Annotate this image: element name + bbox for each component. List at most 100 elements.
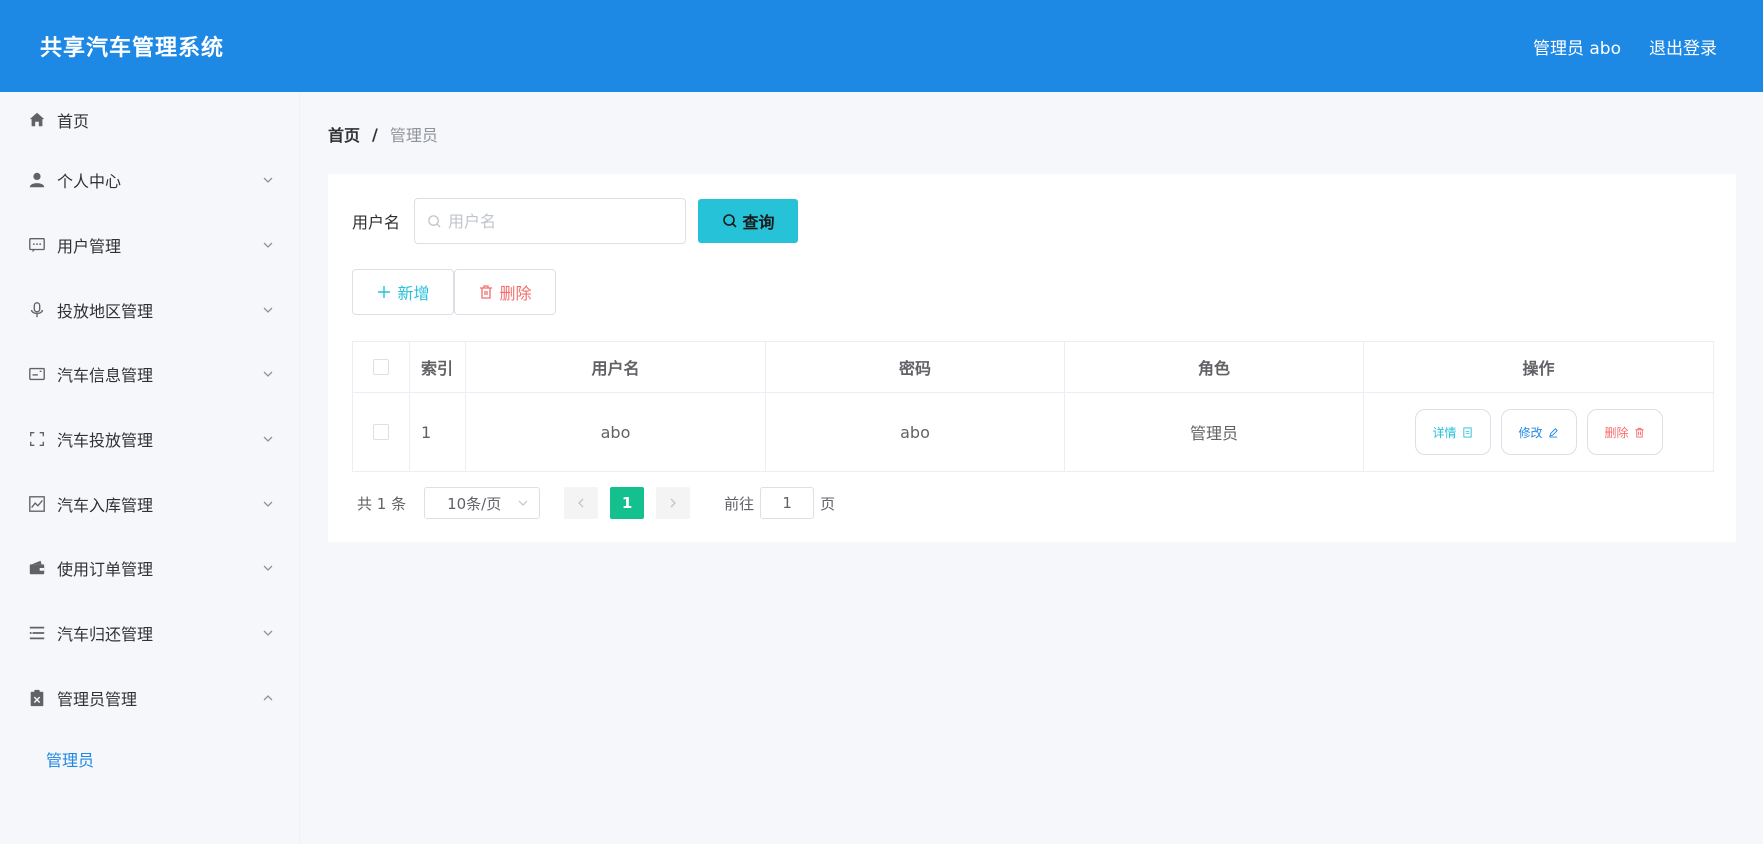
- sidebar-item-personal-center[interactable]: 个人中心: [0, 148, 299, 213]
- app-title: 共享汽车管理系统: [40, 36, 225, 61]
- detail-button[interactable]: 详情: [1414, 409, 1491, 455]
- breadcrumb-current: 管理员: [389, 126, 438, 145]
- page-suffix-label: 页: [820, 494, 836, 513]
- sidebar-item-label: 汽车投放管理: [57, 431, 154, 451]
- search-icon: [428, 214, 441, 228]
- table-header-row: 索引 用户名 密码 角色 操作: [353, 342, 1713, 393]
- search-input[interactable]: [448, 211, 669, 231]
- search-field[interactable]: [414, 198, 687, 244]
- chevron-down-icon: [518, 500, 528, 506]
- search-icon: [722, 214, 737, 228]
- query-button-label: 查询: [742, 213, 775, 232]
- sidebar-item-label: 用户管理: [57, 237, 122, 257]
- breadcrumb: 首页 / 管理员: [328, 92, 1736, 174]
- trend-chart-icon: [27, 494, 47, 514]
- plus-icon: [378, 286, 391, 298]
- document-icon: [1462, 426, 1472, 438]
- sidebar-item-label: 管理员管理: [57, 689, 138, 709]
- sidebar-item-order-management[interactable]: 使用订单管理: [0, 536, 299, 601]
- cell-password: abo: [766, 393, 1065, 471]
- home-icon: [27, 110, 47, 130]
- query-button[interactable]: 查询: [698, 199, 799, 243]
- sidebar-item-car-storage-management[interactable]: 汽车入库管理: [0, 471, 299, 536]
- current-user-label[interactable]: 管理员 abo: [1533, 34, 1621, 59]
- chevron-down-icon: [263, 307, 273, 313]
- header-actions: 管理员 abo 退出登录: [1533, 34, 1717, 59]
- sidebar-item-label: 汽车归还管理: [57, 625, 154, 645]
- cell-ops: 详情 修改 删除: [1364, 393, 1713, 471]
- batch-delete-button[interactable]: 删除: [454, 269, 556, 315]
- user-icon: [27, 170, 47, 190]
- pagination: 共 1 条 10条/页 1 前往 页: [352, 486, 1712, 520]
- admin-table: 索引 用户名 密码 角色 操作 1 abo abo 管理员 详情 修改 删除: [352, 341, 1714, 472]
- add-button-label: 新增: [397, 284, 430, 303]
- sidebar-item-label: 汽车入库管理: [57, 495, 154, 515]
- next-page-button[interactable]: [656, 487, 691, 519]
- goto-page-input[interactable]: [760, 487, 815, 519]
- edit-button-label: 修改: [1518, 425, 1543, 440]
- logout-link[interactable]: 退出登录: [1649, 34, 1717, 59]
- batch-delete-button-label: 删除: [499, 284, 532, 303]
- row-delete-button-label: 删除: [1604, 425, 1629, 440]
- sidebar-item-home[interactable]: 首页: [0, 92, 299, 148]
- cell-index: 1: [410, 393, 466, 471]
- wallet-icon: [27, 558, 47, 578]
- sidebar-item-label: 投放地区管理: [57, 301, 154, 321]
- trash-icon: [480, 285, 493, 299]
- page-size-value: 10条/页: [447, 494, 502, 513]
- edit-icon: [1548, 427, 1558, 438]
- card-icon: [27, 364, 47, 384]
- content-card: 用户名 查询 新增 删除: [328, 174, 1736, 542]
- row-delete-button[interactable]: 删除: [1586, 409, 1663, 455]
- header-checkbox-cell: [353, 342, 410, 392]
- microphone-icon: [27, 300, 47, 320]
- trash-icon: [1634, 427, 1644, 438]
- list-icon: [27, 623, 47, 643]
- detail-button-label: 详情: [1432, 425, 1457, 440]
- column-header-password: 密码: [766, 342, 1065, 392]
- chevron-down-icon: [263, 242, 273, 248]
- page-number-button[interactable]: 1: [610, 487, 645, 519]
- breadcrumb-home[interactable]: 首页: [328, 122, 360, 146]
- table-row: 1 abo abo 管理员 详情 修改 删除: [353, 393, 1713, 471]
- clipboard-x-icon: [27, 688, 47, 708]
- search-label: 用户名: [352, 213, 401, 232]
- sidebar-item-region-management[interactable]: 投放地区管理: [0, 277, 299, 342]
- sidebar-item-label: 个人中心: [57, 172, 122, 192]
- row-checkbox[interactable]: [373, 424, 389, 440]
- breadcrumb-separator: /: [372, 124, 378, 144]
- chevron-left-icon: [578, 498, 584, 508]
- cell-role: 管理员: [1065, 393, 1364, 471]
- chevron-down-icon: [263, 371, 273, 378]
- chevron-down-icon: [263, 630, 273, 637]
- chevron-up-icon: [263, 694, 273, 701]
- sidebar-item-label: 使用订单管理: [57, 560, 154, 580]
- sidebar-item-admin-management[interactable]: 管理员管理: [0, 666, 299, 731]
- sidebar-item-user-management[interactable]: 用户管理: [0, 213, 299, 278]
- add-button[interactable]: 新增: [352, 269, 454, 315]
- sidebar-item-car-return-management[interactable]: 汽车归还管理: [0, 601, 299, 666]
- chevron-right-icon: [670, 498, 677, 508]
- action-bar: 新增 删除: [352, 269, 1712, 315]
- column-header-index: 索引: [410, 342, 466, 392]
- sidebar-subitem-admin[interactable]: 管理员: [0, 730, 299, 788]
- column-header-username: 用户名: [466, 342, 766, 392]
- main-content: 首页 / 管理员 用户名 查询 新增 删除: [328, 92, 1736, 542]
- goto-label: 前往: [724, 494, 755, 513]
- select-all-checkbox[interactable]: [373, 359, 389, 375]
- pagination-total: 共 1 条: [357, 494, 407, 513]
- sidebar-item-car-info-management[interactable]: 汽车信息管理: [0, 342, 299, 407]
- edit-button[interactable]: 修改: [1500, 409, 1577, 455]
- cell-username: abo: [466, 393, 766, 471]
- page-size-select[interactable]: 10条/页: [424, 487, 541, 519]
- row-checkbox-cell: [353, 393, 410, 471]
- chevron-down-icon: [263, 501, 273, 507]
- chat-dots-icon: [27, 235, 47, 255]
- column-header-role: 角色: [1065, 342, 1364, 392]
- chevron-down-icon: [263, 566, 273, 572]
- full-screen-icon: [27, 429, 47, 449]
- prev-page-button[interactable]: [564, 487, 599, 519]
- app-header: 共享汽车管理系统 管理员 abo 退出登录: [0, 0, 1763, 92]
- sidebar-item-car-deploy-management[interactable]: 汽车投放管理: [0, 407, 299, 472]
- search-bar: 用户名 查询: [352, 198, 1712, 244]
